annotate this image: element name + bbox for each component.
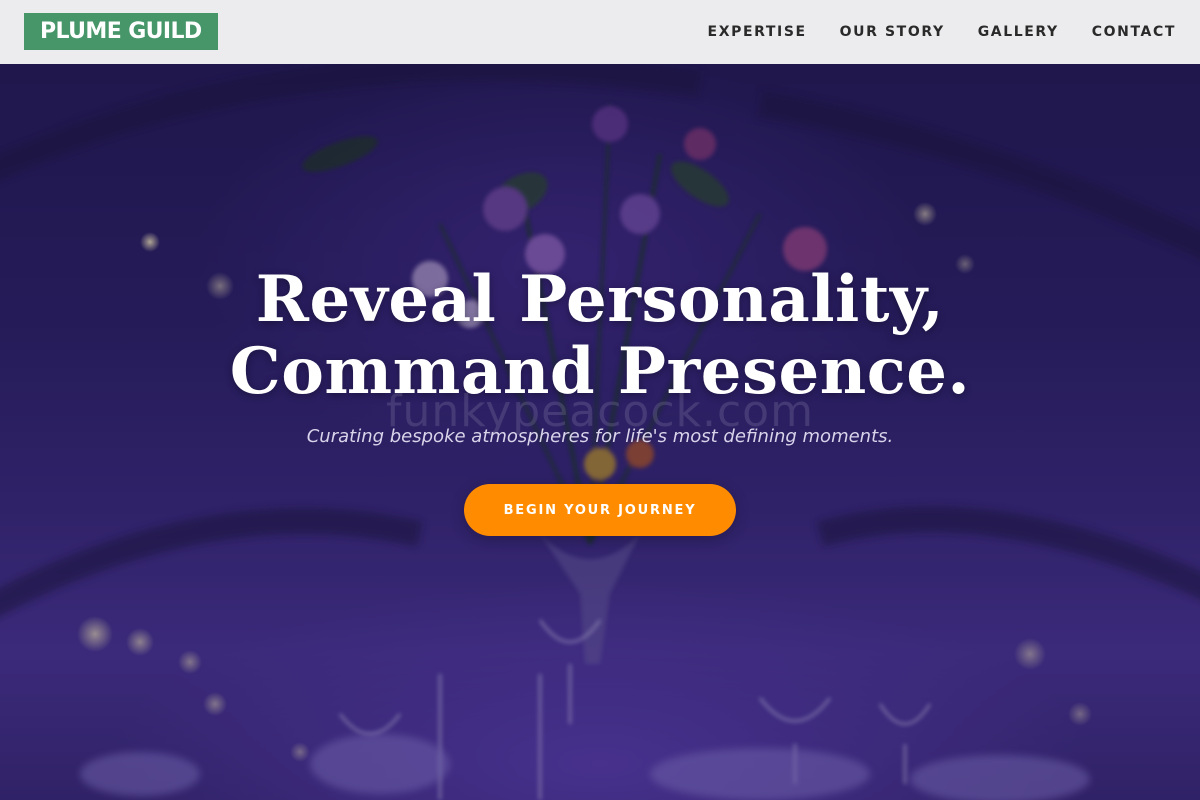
nav-link-our-story[interactable]: OUR STORY	[840, 24, 945, 40]
main-nav: EXPERTISE OUR STORY GALLERY CONTACT	[708, 0, 1176, 64]
brand-logo[interactable]: PLUME GUILD	[24, 13, 218, 50]
begin-your-journey-button[interactable]: BEGIN YOUR JOURNEY	[464, 484, 736, 536]
nav-link-gallery[interactable]: GALLERY	[978, 24, 1059, 40]
nav-link-expertise[interactable]: EXPERTISE	[708, 24, 807, 40]
headline-line-1: Reveal Personality,	[255, 262, 945, 337]
hero-tagline: Curating bespoke atmospheres for life's …	[306, 426, 894, 447]
nav-link-contact[interactable]: CONTACT	[1092, 24, 1176, 40]
top-navbar: PLUME GUILD EXPERTISE OUR STORY GALLERY …	[0, 0, 1200, 64]
hero-section: Reveal Personality, Command Presence. fu…	[0, 64, 1200, 800]
